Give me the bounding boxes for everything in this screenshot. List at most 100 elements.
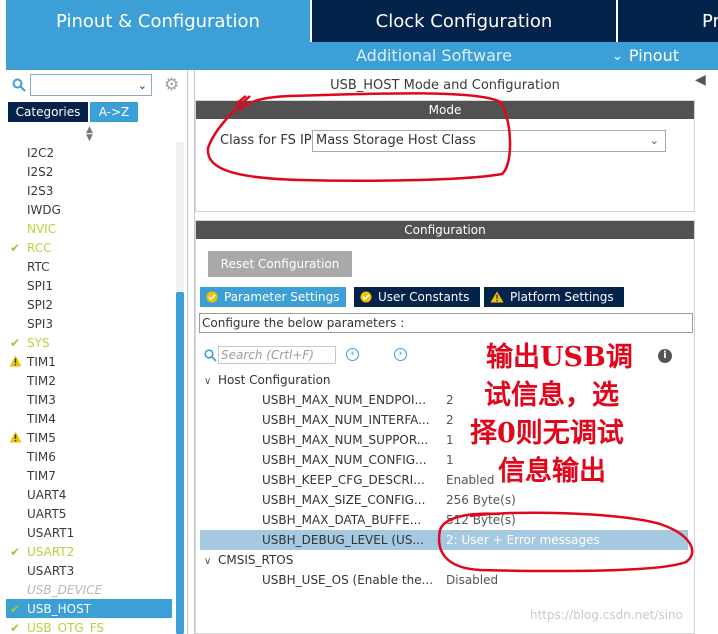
parameter-value[interactable]: 2 [446,413,454,427]
peripheral-item[interactable]: I2C2 [6,143,172,162]
tab-parameter-settings[interactable]: Parameter Settings [200,287,346,307]
peripheral-item-label: I2S3 [27,183,54,198]
tab-platform-settings[interactable]: Platform Settings [484,287,624,307]
peripheral-item[interactable]: UART5 [6,504,172,523]
additional-software-menu[interactable]: Additional Software [356,46,512,65]
parameter-row[interactable]: USBH_MAX_NUM_CONFIG... 1 [200,450,688,470]
peripheral-item-label: TIM1 [27,354,56,369]
info-icon[interactable]: i [658,349,672,363]
pinout-menu-label: Pinout [628,46,679,65]
parameter-row[interactable]: USBH_USE_OS (Enable the... Disabled [200,570,688,590]
check-circle-icon [206,291,218,303]
peripheral-search-combo[interactable]: ⌄ [30,74,152,96]
peripheral-item-label: TIM2 [27,373,56,388]
tab-pinout-configuration[interactable]: Pinout & Configuration [6,0,310,42]
gear-icon[interactable]: ⚙ [164,75,179,95]
parameter-group-label: CMSIS_RTOS [218,553,294,567]
peripheral-item-label: USART2 [27,544,75,559]
configure-hint: Configure the below parameters : [199,313,693,333]
check-icon: ✔ [10,335,21,350]
search-prev-icon[interactable]: ‹ [346,348,359,361]
peripheral-item-label: SPI3 [27,316,54,331]
class-for-fs-ip-select[interactable]: Mass Storage Host Class ⌄ [312,130,666,152]
peripheral-item-label: TIM3 [27,392,56,407]
parameter-value[interactable]: Disabled [446,573,498,587]
annotation-line-2: 试信息，选 [484,380,619,411]
check-icon: ✔ [10,601,21,616]
sidebar-scrollbar-thumb[interactable] [176,292,184,634]
parameter-row[interactable]: USBH_DEBUG_LEVEL (US... 2: User + Error m… [200,530,688,550]
tab-clock-configuration[interactable]: Clock Configuration [312,0,616,42]
parameter-value[interactable]: 2 [446,393,454,407]
parameter-row[interactable]: USBH_MAX_SIZE_CONFIG... 256 Byte(s) [200,490,688,510]
parameter-name: USBH_MAX_NUM_ENDPOI... [262,393,427,407]
chevron-down-icon: ⌄ [649,134,659,147]
peripheral-item-label: TIM6 [27,449,56,464]
parameter-value[interactable]: 512 Byte(s) [446,513,516,527]
tab-categories[interactable]: Categories [8,102,88,122]
peripheral-item[interactable]: ✔ RCC [6,238,172,257]
peripheral-item[interactable]: SPI3 [6,314,172,333]
peripheral-item-label: TIM5 [27,430,56,445]
peripheral-item[interactable]: NVIC [6,219,172,238]
parameter-value[interactable]: Enabled [446,473,495,487]
peripheral-item[interactable]: TIM7 [6,466,172,485]
stm32cubemx-window: Pinout & Configuration Clock Configurati… [0,0,718,634]
peripheral-item[interactable]: I2S2 [6,162,172,181]
peripheral-item[interactable]: TIM1 [6,352,172,371]
tab-a-to-z[interactable]: A->Z [90,102,138,122]
peripheral-item-label: USB_OTG_FS [27,620,105,634]
parameter-group[interactable]: ∨ Host Configuration [204,373,331,387]
watermark: https://blog.csdn.net/sino [530,608,683,622]
parameter-value[interactable]: 2: User + Error messages [446,533,600,547]
peripheral-item[interactable]: USART1 [6,523,172,542]
peripheral-item[interactable]: TIM2 [6,371,172,390]
parameter-name: USBH_KEEP_CFG_DESCRI... [262,473,425,487]
warning-icon [9,431,22,443]
search-next-icon[interactable]: › [394,348,407,361]
panel-title: USB_HOST Mode and Configuration [330,78,560,93]
peripheral-item[interactable]: ✔ USART2 [6,542,172,561]
peripheral-item[interactable]: USB_DEVICE [6,580,172,599]
parameter-value[interactable]: 1 [446,433,454,447]
parameter-group[interactable]: ∨ CMSIS_RTOS [204,553,293,567]
peripheral-item[interactable]: TIM6 [6,447,172,466]
parameter-name: USBH_MAX_DATA_BUFFE... [262,513,422,527]
mode-section: Mode Class for FS IP Mass Storage Host C… [195,100,695,212]
peripheral-item[interactable]: UART4 [6,485,172,504]
parameter-group-label: Host Configuration [218,373,331,387]
parameter-value[interactable]: 256 Byte(s) [446,493,516,507]
peripheral-item[interactable]: I2S3 [6,181,172,200]
reset-configuration-button[interactable]: Reset Configuration [208,251,352,277]
peripheral-item[interactable]: USART3 [6,561,172,580]
peripheral-item[interactable]: ✔ SYS [6,333,172,352]
peripheral-item[interactable]: SPI1 [6,276,172,295]
parameter-name: USBH_MAX_SIZE_CONFIG... [262,493,426,507]
sort-icon[interactable]: ▲ ▼ [86,126,93,143]
peripheral-item[interactable]: TIM4 [6,409,172,428]
annotation-line-4: 信息输出 [498,456,606,487]
peripheral-item[interactable]: TIM5 [6,428,172,447]
parameter-row[interactable]: USBH_MAX_DATA_BUFFE... 512 Byte(s) [200,510,688,530]
parameter-value[interactable]: 1 [446,453,454,467]
check-circle-icon [360,291,372,303]
peripheral-item[interactable]: RTC [6,257,172,276]
peripheral-item[interactable]: TIM3 [6,390,172,409]
peripheral-item[interactable]: ✔ USB_HOST [6,599,172,618]
parameter-row[interactable]: USBH_KEEP_CFG_DESCRI... Enabled [200,470,688,490]
peripheral-item[interactable]: ✔ USB_OTG_FS [6,618,172,634]
tab-user-constants[interactable]: User Constants [354,287,480,307]
tab-user-constants-label: User Constants [378,290,470,304]
pinout-menu[interactable]: ⌄ Pinout [612,46,679,65]
collapse-arrow-icon[interactable]: ◀ [695,72,706,88]
peripheral-item[interactable]: IWDG [6,200,172,219]
peripheral-item[interactable]: SPI2 [6,295,172,314]
search-icon [12,78,26,92]
peripheral-item-label: USART1 [27,525,75,540]
warning-icon [9,355,22,367]
annotation-line-3: 择0则无调试 [470,418,624,449]
peripheral-item-label: I2C2 [27,145,55,160]
parameter-search-input[interactable]: Search (Crtl+F) [218,346,336,364]
peripheral-item-label: SPI1 [27,278,54,293]
tab-project-manager[interactable]: Pr [618,0,718,42]
